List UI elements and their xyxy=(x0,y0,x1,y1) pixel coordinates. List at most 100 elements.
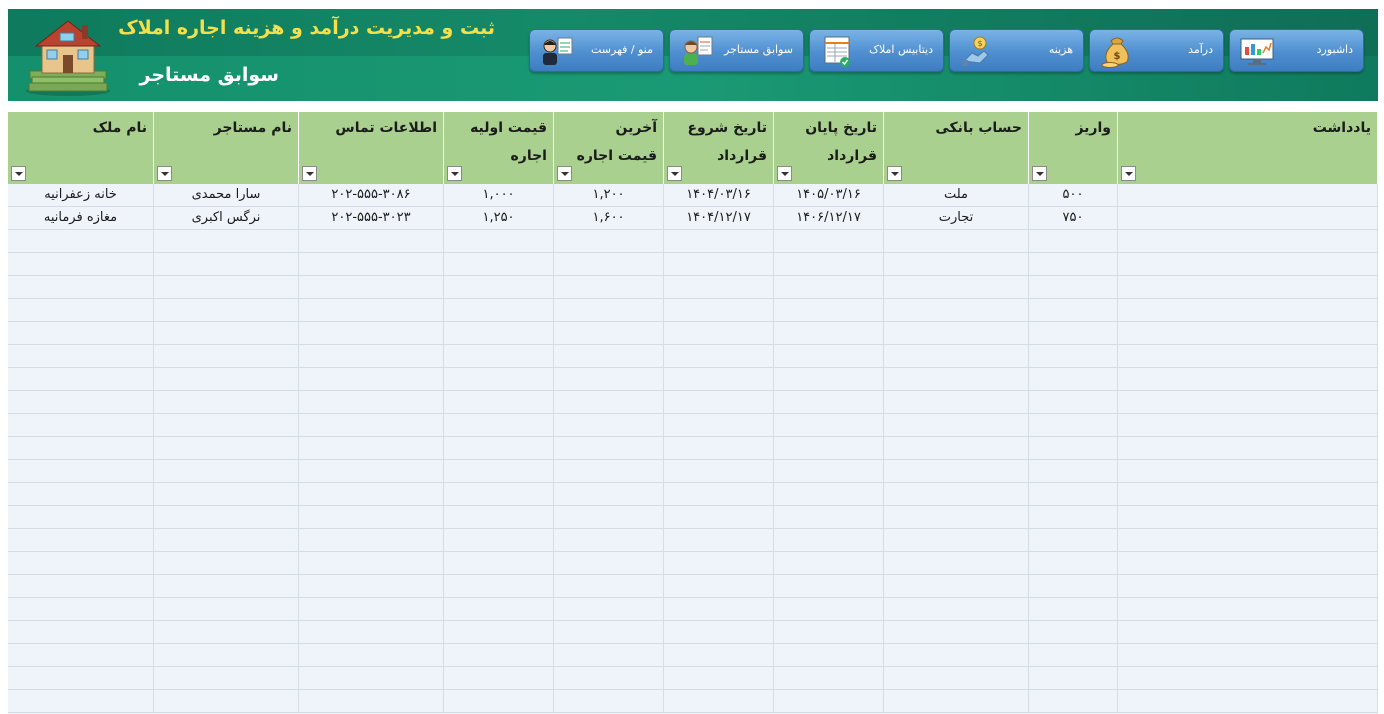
table-cell[interactable] xyxy=(554,667,664,690)
table-cell[interactable] xyxy=(774,552,884,575)
table-cell[interactable] xyxy=(554,644,664,667)
table-cell[interactable] xyxy=(154,575,299,598)
table-cell[interactable] xyxy=(8,598,154,621)
table-cell[interactable]: ۱,۲۰۰ xyxy=(554,184,664,207)
filter-dropdown-button[interactable] xyxy=(1032,166,1047,181)
table-cell[interactable] xyxy=(444,506,554,529)
table-cell[interactable] xyxy=(664,598,774,621)
table-cell[interactable] xyxy=(884,322,1029,345)
table-cell[interactable] xyxy=(664,460,774,483)
table-cell[interactable] xyxy=(664,667,774,690)
table-cell[interactable] xyxy=(299,460,444,483)
table-cell[interactable] xyxy=(1118,230,1378,253)
table-cell[interactable] xyxy=(554,230,664,253)
table-cell[interactable] xyxy=(1118,207,1378,230)
table-cell[interactable] xyxy=(299,230,444,253)
table-cell[interactable] xyxy=(884,598,1029,621)
table-cell[interactable] xyxy=(664,368,774,391)
table-cell[interactable] xyxy=(884,345,1029,368)
table-cell[interactable] xyxy=(444,667,554,690)
table-cell[interactable] xyxy=(1029,598,1118,621)
table-cell[interactable] xyxy=(1029,299,1118,322)
table-cell[interactable]: ۱,۲۵۰ xyxy=(444,207,554,230)
table-cell[interactable] xyxy=(774,575,884,598)
table-cell[interactable] xyxy=(8,437,154,460)
table-cell[interactable]: ۷۵۰ xyxy=(1029,207,1118,230)
table-cell[interactable] xyxy=(1118,253,1378,276)
table-cell[interactable] xyxy=(884,506,1029,529)
table-cell[interactable] xyxy=(554,690,664,713)
table-cell[interactable] xyxy=(774,483,884,506)
table-cell[interactable] xyxy=(554,345,664,368)
table-cell[interactable] xyxy=(154,299,299,322)
table-cell[interactable] xyxy=(299,506,444,529)
table-cell[interactable] xyxy=(1118,345,1378,368)
table-cell[interactable]: خانه زعفرانیه xyxy=(8,184,154,207)
nav-button-expense[interactable]: $ هزینه xyxy=(949,29,1084,72)
table-cell[interactable] xyxy=(154,276,299,299)
table-cell[interactable] xyxy=(444,460,554,483)
filter-dropdown-button[interactable] xyxy=(1121,166,1136,181)
table-cell[interactable] xyxy=(664,644,774,667)
table-cell[interactable] xyxy=(299,598,444,621)
filter-dropdown-button[interactable] xyxy=(157,166,172,181)
table-cell[interactable] xyxy=(664,299,774,322)
table-cell[interactable] xyxy=(1029,253,1118,276)
table-cell[interactable] xyxy=(884,552,1029,575)
table-cell[interactable] xyxy=(444,253,554,276)
table-cell[interactable] xyxy=(1029,230,1118,253)
table-cell[interactable] xyxy=(1029,667,1118,690)
table-cell[interactable] xyxy=(1118,184,1378,207)
nav-button-tenant-records[interactable]: سوابق مستاجر xyxy=(669,29,804,72)
table-cell[interactable]: ۵۰۰ xyxy=(1029,184,1118,207)
table-cell[interactable] xyxy=(1029,460,1118,483)
table-cell[interactable] xyxy=(554,598,664,621)
table-cell[interactable] xyxy=(8,276,154,299)
table-cell[interactable] xyxy=(554,276,664,299)
table-cell[interactable] xyxy=(774,368,884,391)
table-cell[interactable] xyxy=(554,621,664,644)
table-cell[interactable] xyxy=(664,276,774,299)
table-cell[interactable] xyxy=(8,575,154,598)
table-cell[interactable] xyxy=(299,299,444,322)
table-cell[interactable] xyxy=(8,552,154,575)
table-cell[interactable] xyxy=(444,230,554,253)
table-cell[interactable] xyxy=(8,644,154,667)
table-cell[interactable] xyxy=(444,391,554,414)
table-cell[interactable] xyxy=(664,529,774,552)
filter-dropdown-button[interactable] xyxy=(667,166,682,181)
table-cell[interactable] xyxy=(154,391,299,414)
table-cell[interactable] xyxy=(299,621,444,644)
table-cell[interactable] xyxy=(774,345,884,368)
table-cell[interactable] xyxy=(664,414,774,437)
column-header-deposit[interactable]: واریز xyxy=(1029,112,1118,184)
table-cell[interactable] xyxy=(1029,552,1118,575)
table-cell[interactable] xyxy=(1029,483,1118,506)
table-cell[interactable] xyxy=(884,299,1029,322)
table-cell[interactable] xyxy=(554,368,664,391)
table-cell[interactable] xyxy=(884,690,1029,713)
table-cell[interactable] xyxy=(299,391,444,414)
filter-dropdown-button[interactable] xyxy=(302,166,317,181)
table-cell[interactable] xyxy=(884,529,1029,552)
table-cell[interactable] xyxy=(774,667,884,690)
filter-dropdown-button[interactable] xyxy=(11,166,26,181)
table-cell[interactable] xyxy=(884,368,1029,391)
table-cell[interactable] xyxy=(299,529,444,552)
table-cell[interactable] xyxy=(1029,391,1118,414)
table-cell[interactable] xyxy=(299,690,444,713)
filter-dropdown-button[interactable] xyxy=(887,166,902,181)
table-cell[interactable] xyxy=(8,621,154,644)
table-cell[interactable]: ۱,۰۰۰ xyxy=(444,184,554,207)
table-cell[interactable] xyxy=(299,575,444,598)
column-header-initial-rent-price[interactable]: قیمت اولیه اجاره xyxy=(444,112,554,184)
table-cell[interactable] xyxy=(884,575,1029,598)
table-cell[interactable] xyxy=(444,621,554,644)
table-cell[interactable] xyxy=(154,621,299,644)
table-cell[interactable] xyxy=(774,690,884,713)
table-cell[interactable] xyxy=(1029,437,1118,460)
table-cell[interactable] xyxy=(554,552,664,575)
table-cell[interactable] xyxy=(1118,667,1378,690)
table-cell[interactable] xyxy=(664,253,774,276)
table-cell[interactable] xyxy=(444,644,554,667)
